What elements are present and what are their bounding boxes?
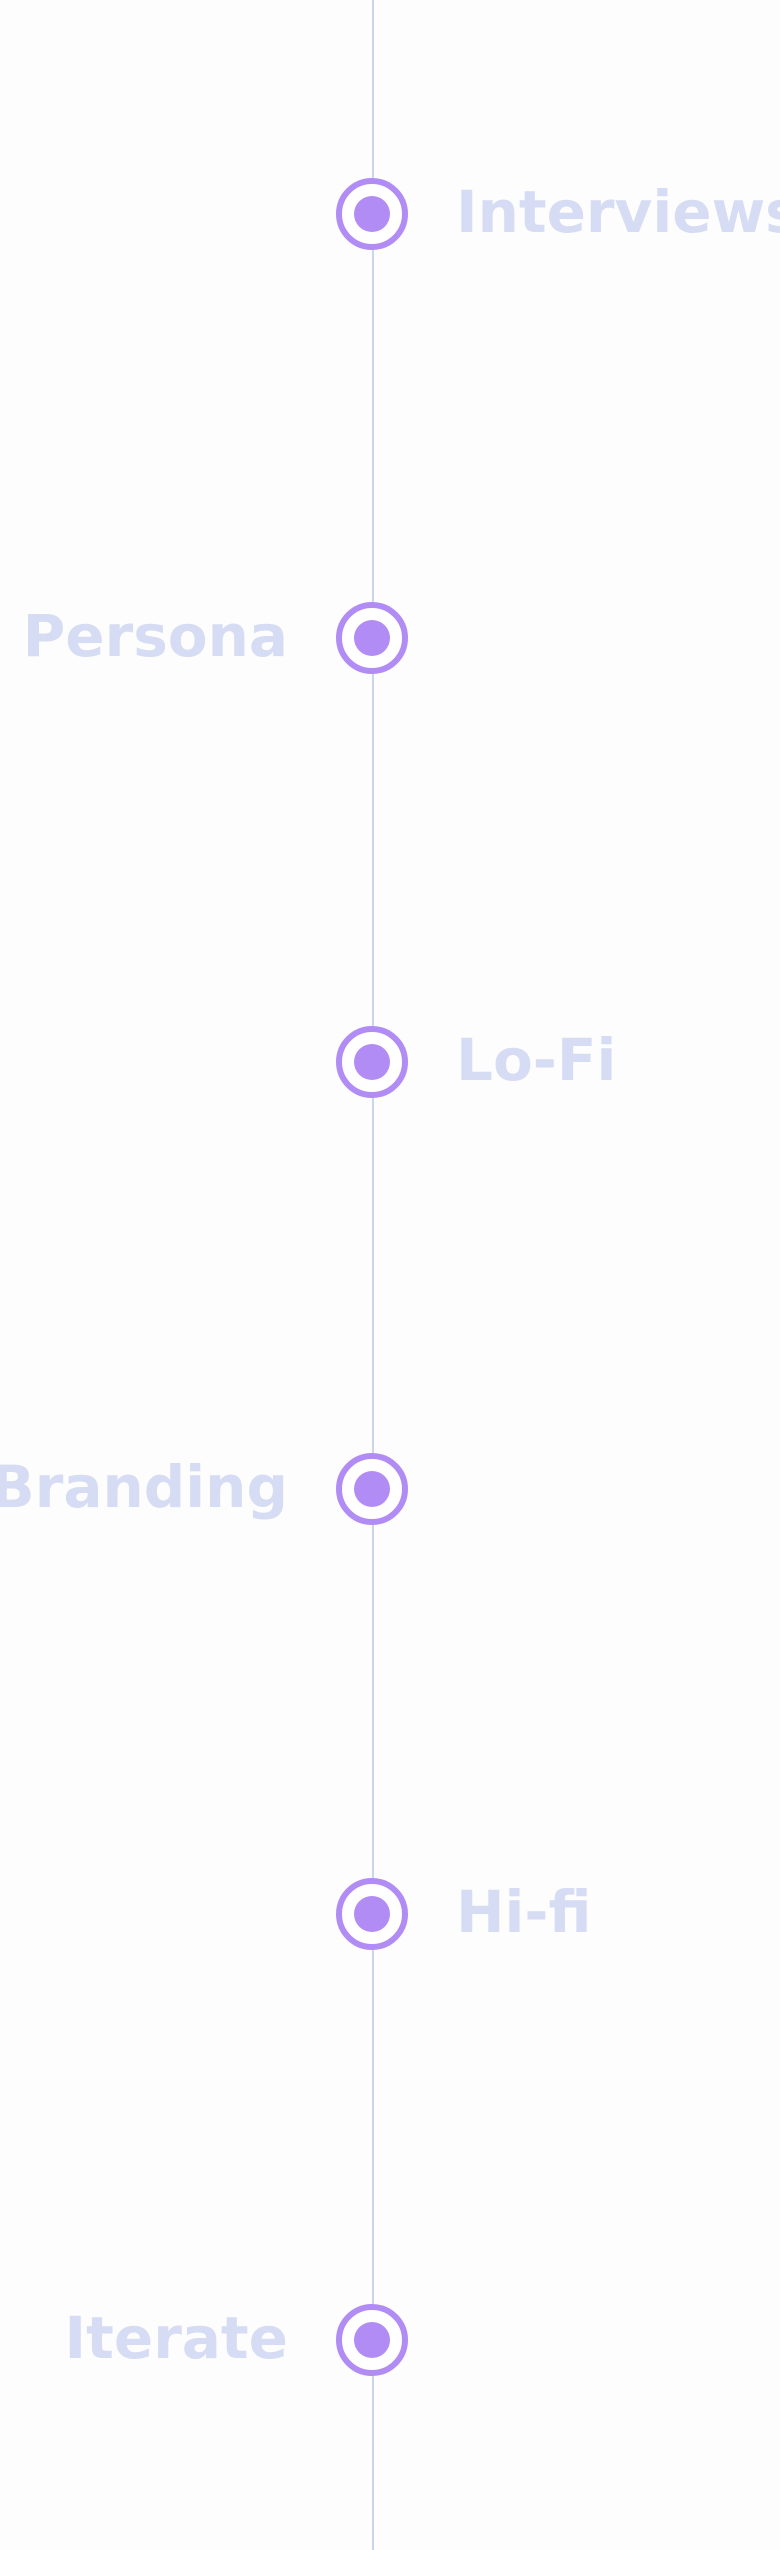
step-marker-icon [336,2304,408,2376]
step-label: Hi-fi [456,1878,592,1946]
step-label: Interviews [456,178,780,246]
step-marker-dot [354,2322,390,2358]
step-marker-icon [336,1026,408,1098]
step-marker-dot [354,1044,390,1080]
step-marker-icon [336,1453,408,1525]
timeline-step-iterate: Iterate [0,2300,780,2380]
timeline-step-branding: Branding [0,1449,780,1529]
step-marker-dot [354,1471,390,1507]
timeline-step-hi-fi: Hi-fi [0,1874,780,1954]
step-marker-icon [336,602,408,674]
step-label: Lo-Fi [456,1026,617,1094]
step-marker-dot [354,196,390,232]
process-timeline: Interviews Persona Lo-Fi Branding Hi-fi … [0,0,780,2550]
step-marker-dot [354,620,390,656]
step-label: Iterate [64,2304,288,2372]
step-marker-dot [354,1896,390,1932]
step-marker-icon [336,178,408,250]
step-marker-icon [336,1878,408,1950]
step-label: Branding [0,1453,288,1521]
timeline-axis-line [372,0,374,2550]
timeline-step-lo-fi: Lo-Fi [0,1022,780,1102]
timeline-step-persona: Persona [0,598,780,678]
step-label: Persona [22,602,288,670]
timeline-step-interviews: Interviews [0,174,780,254]
